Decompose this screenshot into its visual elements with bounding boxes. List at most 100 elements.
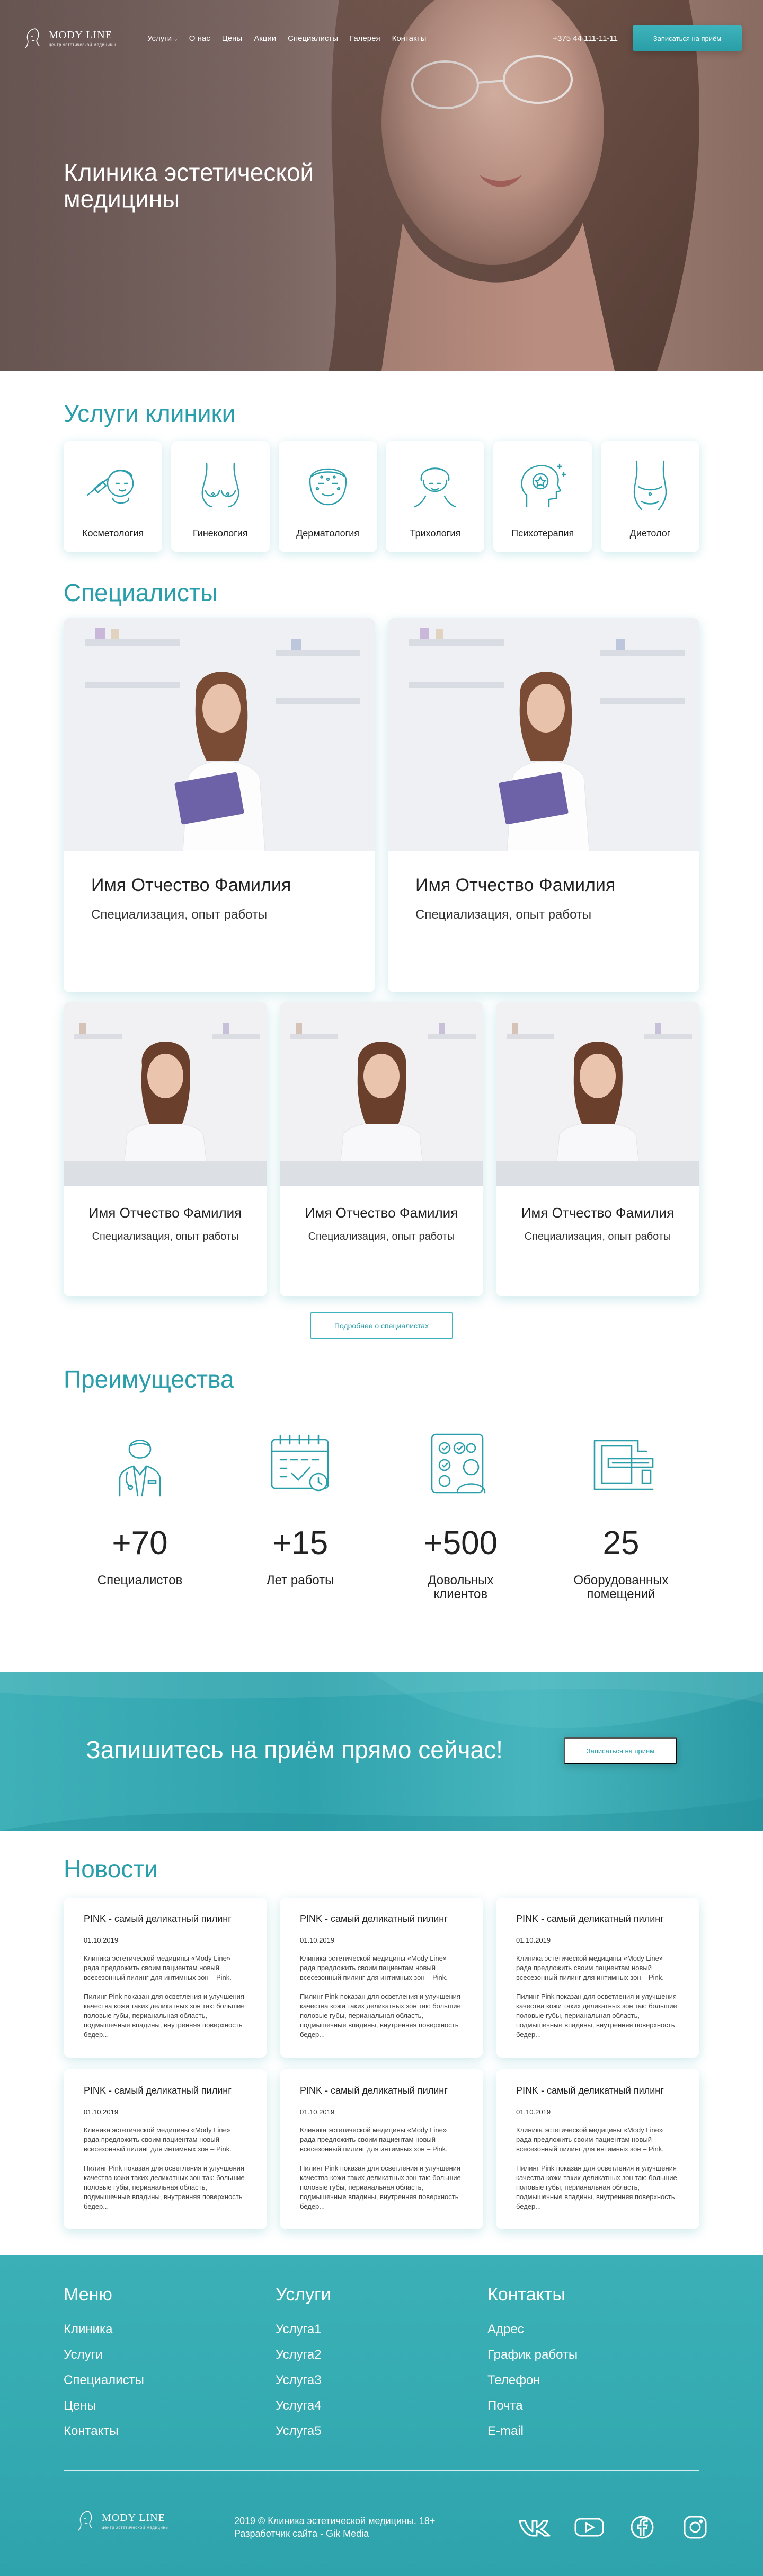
service-card-gynecology[interactable]: Гинекология bbox=[171, 441, 270, 552]
cosmetology-icon bbox=[86, 470, 134, 504]
footer-link-email[interactable]: E-mail bbox=[487, 2419, 699, 2444]
news-card[interactable]: PINK - самый деликатный пилинг 01.10.201… bbox=[64, 2069, 267, 2229]
facebook-link[interactable] bbox=[621, 2511, 663, 2543]
services-section: Услуги клиники Косметология Гинекология bbox=[0, 371, 763, 578]
more-specialists-button[interactable]: Подробнее о специалистах bbox=[310, 1312, 453, 1339]
footer-link-service-1[interactable]: Услуга1 bbox=[276, 2317, 487, 2342]
news-card-text: Пилинг Pink показан для осветления и улу… bbox=[300, 2164, 461, 2210]
service-card-cosmetology[interactable]: Косметология bbox=[64, 441, 162, 552]
news-card[interactable]: PINK - самый деликатный пилинг 01.10.201… bbox=[64, 1898, 267, 2058]
news-card-text: Пилинг Pink показан для осветления и улу… bbox=[84, 1992, 245, 2039]
specialist-card[interactable]: Имя Отчество Фамилия Специализация, опыт… bbox=[64, 618, 375, 992]
footer-link-prices[interactable]: Цены bbox=[64, 2393, 276, 2419]
advantage-item: +70 Специалистов bbox=[87, 1430, 193, 1601]
news-list: PINK - самый деликатный пилинг 01.10.201… bbox=[64, 1898, 699, 2241]
news-card-date: 01.10.2019 bbox=[300, 2108, 335, 2116]
footer-services-column: Услуги Услуга1 Услуга2 Услуга3 Услуга4 У… bbox=[276, 2284, 487, 2444]
nav-item-about[interactable]: О нас bbox=[189, 34, 210, 43]
service-card-dietology[interactable]: Диетолог bbox=[600, 441, 699, 552]
news-card-text: Клиника эстетической медицины «Mody Line… bbox=[516, 1954, 664, 1981]
news-card[interactable]: PINK - самый деликатный пилинг 01.10.201… bbox=[496, 1898, 699, 2058]
footer-link-address[interactable]: Адрес bbox=[487, 2317, 699, 2342]
instagram-link[interactable] bbox=[674, 2511, 716, 2543]
specialist-name: Имя Отчество Фамилия bbox=[305, 1205, 458, 1221]
footer-link-specialists[interactable]: Специалисты bbox=[64, 2368, 276, 2393]
dietology-icon bbox=[633, 460, 667, 511]
specialists-row-top: Имя Отчество Фамилия Специализация, опыт… bbox=[64, 618, 699, 992]
specialist-name: Имя Отчество Фамилия bbox=[88, 1205, 242, 1221]
doctor-icon bbox=[119, 1440, 161, 1497]
footer-link-service-4[interactable]: Услуга4 bbox=[276, 2393, 487, 2419]
news-card-date: 01.10.2019 bbox=[84, 1936, 119, 1944]
footer-contacts-column: Контакты Адрес График работы Телефон Поч… bbox=[487, 2284, 699, 2444]
phone-link[interactable]: +375 44 111-11-11 bbox=[553, 34, 618, 43]
service-label: Диетолог bbox=[629, 528, 671, 539]
footer-link-service-3[interactable]: Услуга3 bbox=[276, 2368, 487, 2393]
nav-item-promotions[interactable]: Акции bbox=[254, 34, 276, 43]
logo[interactable]: MODY LINE центр эстетической медицины bbox=[21, 27, 127, 50]
specialist-card[interactable]: Имя Отчество Фамилия Специализация, опыт… bbox=[280, 1002, 483, 1296]
footer-link-service-2[interactable]: Услуга2 bbox=[276, 2342, 487, 2368]
footer-copyright: 2019 © Клиника эстетической медицины. 18… bbox=[234, 2516, 436, 2539]
service-label: Трихология bbox=[410, 528, 461, 539]
youtube-icon bbox=[574, 2518, 604, 2537]
specialist-role: Специализация, опыт работы bbox=[308, 1231, 455, 1242]
calendar-icon bbox=[271, 1434, 329, 1492]
footer-link-clinic[interactable]: Клиника bbox=[64, 2317, 276, 2342]
advantage-number: +70 bbox=[112, 1525, 168, 1562]
news-title: Новости bbox=[64, 1855, 158, 1883]
book-appointment-button[interactable]: Записаться на приём bbox=[633, 25, 742, 51]
advantage-number: +15 bbox=[272, 1525, 329, 1562]
nav-item-specialists[interactable]: Специалисты bbox=[288, 34, 338, 43]
footer-logo[interactable]: MODY LINE центр эстетической медицины bbox=[74, 2509, 169, 2533]
advantage-label: Лет работы bbox=[266, 1573, 334, 1587]
news-card-text: Пилинг Pink показан для осветления и улу… bbox=[84, 2164, 245, 2210]
vk-link[interactable] bbox=[515, 2511, 557, 2543]
news-card[interactable]: PINK - самый деликатный пилинг 01.10.201… bbox=[280, 1898, 483, 2058]
specialist-photo bbox=[496, 1002, 699, 1187]
service-card-trichology[interactable]: Трихология bbox=[386, 441, 485, 552]
hero-section: MODY LINE центр эстетической медицины Ус… bbox=[0, 0, 763, 371]
nav-item-services[interactable]: Услуги ⌵ bbox=[147, 34, 178, 43]
top-navigation: MODY LINE центр эстетической медицины Ус… bbox=[21, 25, 742, 51]
news-card[interactable]: PINK - самый деликатный пилинг 01.10.201… bbox=[496, 2069, 699, 2229]
services-list: Косметология Гинекология Дерматология Тр… bbox=[64, 441, 699, 552]
footer-link-mail[interactable]: Почта bbox=[487, 2393, 699, 2419]
specialist-name: Имя Отчество Фамилия bbox=[91, 875, 291, 895]
service-card-dermatology[interactable]: Дерматология bbox=[278, 441, 377, 552]
news-card-text: Пилинг Pink показан для осветления и улу… bbox=[516, 1992, 677, 2039]
specialist-card[interactable]: Имя Отчество Фамилия Специализация, опыт… bbox=[388, 618, 699, 992]
logo-face-icon bbox=[78, 2511, 93, 2531]
news-card[interactable]: PINK - самый деликатный пилинг 01.10.201… bbox=[280, 2069, 483, 2229]
hero-title: Клиника эстетической медицины bbox=[64, 158, 314, 213]
footer-link-service-5[interactable]: Услуга5 bbox=[276, 2419, 487, 2444]
specialist-card[interactable]: Имя Отчество Фамилия Специализация, опыт… bbox=[496, 1002, 699, 1296]
news-card-text: Клиника эстетической медицины «Mody Line… bbox=[516, 2126, 664, 2153]
service-card-psychotherapy[interactable]: Психотерапия bbox=[493, 441, 592, 552]
nav-item-prices[interactable]: Цены bbox=[222, 34, 243, 43]
advantage-label: Оборудованных помещений bbox=[573, 1573, 669, 1601]
footer-link-contacts[interactable]: Контакты bbox=[64, 2419, 276, 2444]
banner-book-button[interactable]: Записаться на приём bbox=[564, 1737, 677, 1764]
specialist-card[interactable]: Имя Отчество Фамилия Специализация, опыт… bbox=[64, 1002, 267, 1296]
dermatology-icon bbox=[309, 468, 347, 506]
booking-banner: Запишитесь на приём прямо сейчас! Записа… bbox=[0, 1672, 763, 1831]
news-card-text: Пилинг Pink показан для осветления и улу… bbox=[300, 1992, 461, 2039]
footer-link-services[interactable]: Услуги bbox=[64, 2342, 276, 2368]
psychotherapy-icon bbox=[521, 463, 566, 508]
specialist-name: Имя Отчество Фамилия bbox=[521, 1205, 675, 1221]
specialist-role: Специализация, опыт работы bbox=[92, 1231, 239, 1242]
news-card-text: Клиника эстетической медицины «Mody Line… bbox=[84, 2126, 232, 2153]
facebook-icon bbox=[631, 2516, 654, 2539]
footer-link-phone[interactable]: Телефон bbox=[487, 2368, 699, 2393]
specialist-role: Специализация, опыт работы bbox=[524, 1231, 671, 1242]
logo-title: MODY LINE bbox=[102, 2512, 165, 2524]
footer-divider bbox=[64, 2470, 699, 2471]
footer-link-schedule[interactable]: График работы bbox=[487, 2342, 699, 2368]
advantage-number: 25 bbox=[602, 1525, 640, 1562]
nav-item-contacts[interactable]: Контакты bbox=[392, 34, 427, 43]
youtube-link[interactable] bbox=[568, 2511, 610, 2543]
nav-item-gallery[interactable]: Галерея bbox=[350, 34, 380, 43]
specialist-role: Специализация, опыт работы bbox=[91, 907, 268, 922]
chevron-down-icon: ⌵ bbox=[173, 36, 178, 42]
